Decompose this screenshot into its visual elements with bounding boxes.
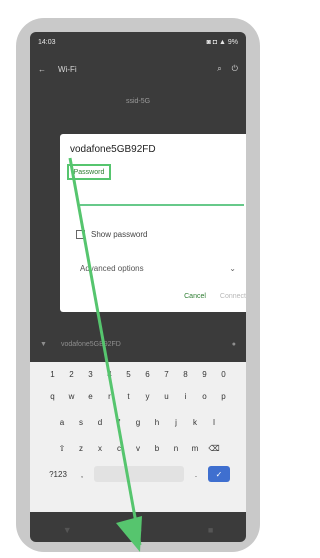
- key[interactable]: 7: [160, 366, 174, 382]
- key[interactable]: g: [131, 414, 145, 430]
- key[interactable]: y: [141, 388, 155, 404]
- backspace-icon[interactable]: ⌫: [207, 440, 221, 456]
- key[interactable]: t: [122, 388, 136, 404]
- chevron-down-icon[interactable]: ⌄: [229, 264, 236, 273]
- key[interactable]: m: [188, 440, 202, 456]
- nav-home-icon[interactable]: ●: [137, 525, 142, 535]
- keyboard-row-2: a s d f g h j k l: [30, 414, 246, 430]
- key[interactable]: n: [169, 440, 183, 456]
- screen: 14:03 ◙ ◘ ▲ 9% ← Wi-Fi ⌕ ⏻ ssid-5G ▼ vod…: [30, 32, 246, 542]
- key[interactable]: 2: [65, 366, 79, 382]
- key[interactable]: 9: [198, 366, 212, 382]
- space-key[interactable]: [94, 466, 184, 482]
- comma-key[interactable]: ,: [75, 466, 89, 482]
- keyboard-digit-row: 1 2 3 4 5 6 7 8 9 0: [30, 366, 246, 382]
- checkbox-icon[interactable]: [76, 230, 85, 239]
- password-dialog: vodafone5GB92FD Password Show password A…: [60, 134, 246, 312]
- key[interactable]: b: [150, 440, 164, 456]
- key[interactable]: 1: [46, 366, 60, 382]
- key[interactable]: x: [93, 440, 107, 456]
- current-network: ssid-5G: [125, 98, 151, 105]
- status-time: 14:03: [38, 38, 56, 46]
- enter-key[interactable]: ✓: [208, 466, 230, 482]
- key[interactable]: 5: [122, 366, 136, 382]
- key[interactable]: u: [160, 388, 174, 404]
- key[interactable]: f: [112, 414, 126, 430]
- key[interactable]: 6: [141, 366, 155, 382]
- password-input[interactable]: [80, 184, 244, 206]
- show-password-checkbox[interactable]: Show password: [76, 230, 147, 239]
- key[interactable]: w: [65, 388, 79, 404]
- advanced-options-label: Advanced options: [80, 264, 144, 273]
- nav-recents-icon[interactable]: ■: [208, 525, 213, 535]
- cancel-button[interactable]: Cancel: [184, 293, 206, 300]
- search-icon[interactable]: ⌕: [217, 64, 221, 74]
- status-icons: ◙ ◘ ▲ 9%: [206, 38, 238, 46]
- key[interactable]: 0: [217, 366, 231, 382]
- period-key[interactable]: .: [189, 466, 203, 482]
- wifi-icon: ▼: [40, 340, 47, 348]
- key[interactable]: i: [179, 388, 193, 404]
- key[interactable]: d: [93, 414, 107, 430]
- shift-icon[interactable]: ⇧: [55, 440, 69, 456]
- key[interactable]: e: [84, 388, 98, 404]
- show-password-label: Show password: [91, 230, 148, 239]
- key[interactable]: k: [188, 414, 202, 430]
- status-bar: 14:03 ◙ ◘ ▲ 9%: [30, 32, 246, 52]
- network-name: vodafone5GB92FD: [60, 340, 121, 348]
- phone-frame: 14:03 ◙ ◘ ▲ 9% ← Wi-Fi ⌕ ⏻ ssid-5G ▼ vod…: [16, 18, 260, 552]
- key[interactable]: a: [55, 414, 69, 430]
- network-list-item[interactable]: ▼ vodafone5GB92FD ●: [30, 336, 246, 352]
- key[interactable]: o: [198, 388, 212, 404]
- navigation-bar: ▼ ● ■: [30, 518, 246, 542]
- keyboard-row-3: ⇧ z x c v b n m ⌫: [30, 440, 246, 456]
- page-title: Wi-Fi: [58, 64, 77, 74]
- key[interactable]: 8: [179, 366, 193, 382]
- power-icon[interactable]: ⏻: [232, 64, 238, 74]
- dialog-actions: Cancel Connect: [184, 293, 246, 300]
- key[interactable]: v: [131, 440, 145, 456]
- dialog-title: vodafone5GB92FD: [70, 144, 156, 155]
- key[interactable]: 3: [84, 366, 98, 382]
- keyboard-bottom-row: ?123 , . ✓: [30, 466, 246, 482]
- key[interactable]: s: [74, 414, 88, 430]
- key[interactable]: h: [150, 414, 164, 430]
- key[interactable]: r: [103, 388, 117, 404]
- keyboard: 1 2 3 4 5 6 7 8 9 0 q w e r t y u i o p …: [30, 362, 246, 512]
- key[interactable]: c: [112, 440, 126, 456]
- key[interactable]: p: [217, 388, 231, 404]
- key[interactable]: 4: [103, 366, 117, 382]
- keyboard-row-1: q w e r t y u i o p: [30, 388, 246, 404]
- app-bar: ← Wi-Fi ⌕ ⏻: [30, 54, 246, 84]
- nav-back-icon[interactable]: ▼: [63, 525, 72, 535]
- symbols-key[interactable]: ?123: [46, 466, 70, 482]
- connect-button[interactable]: Connect: [220, 293, 246, 300]
- lock-icon: ●: [231, 340, 236, 348]
- key[interactable]: z: [74, 440, 88, 456]
- password-label: Password: [67, 164, 111, 180]
- advanced-options[interactable]: Advanced options ⌄: [80, 264, 236, 273]
- back-arrow-icon[interactable]: ←: [38, 65, 46, 74]
- key[interactable]: j: [169, 414, 183, 430]
- key[interactable]: l: [207, 414, 221, 430]
- key[interactable]: q: [46, 388, 60, 404]
